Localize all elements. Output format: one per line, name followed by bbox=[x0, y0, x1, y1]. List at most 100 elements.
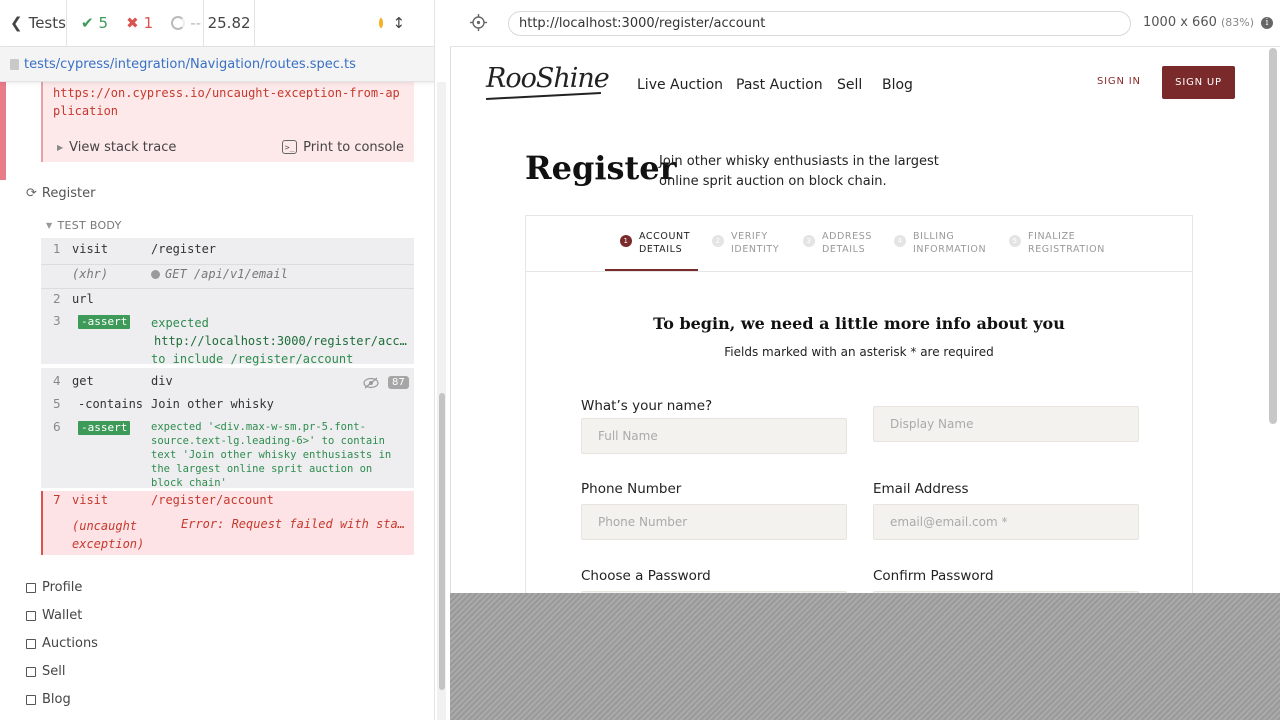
command-name: visit bbox=[72, 242, 109, 256]
reporter-header: ❮ Tests ✔ 5 ✖ 1 -- 25.82 ↕ bbox=[0, 0, 434, 47]
info-icon[interactable]: i bbox=[1261, 17, 1273, 29]
pending-count: -- bbox=[190, 14, 202, 32]
nav-blog[interactable]: Blog bbox=[882, 77, 913, 93]
step-verify-identity[interactable]: 2 VERIFY IDENTITY bbox=[712, 230, 779, 256]
command-row[interactable]: 5 -contains Join other whisky bbox=[41, 397, 414, 417]
reporter-controls: ↕ bbox=[255, 0, 434, 46]
test-item-label: Profile bbox=[42, 580, 83, 595]
site-logo[interactable]: RooShine bbox=[486, 63, 610, 94]
reporter-scrollbar-thumb[interactable] bbox=[439, 393, 445, 690]
test-title-row[interactable]: ⟳ Register bbox=[26, 186, 95, 201]
step-account-details[interactable]: 1 ACCOUNT DETAILS bbox=[620, 230, 690, 256]
refresh-icon: ⟳ bbox=[26, 186, 37, 201]
test-item-wallet[interactable]: Wallet bbox=[26, 608, 82, 623]
print-to-console-button[interactable]: >_ Print to console bbox=[282, 140, 404, 155]
step-label: BILLING INFORMATION bbox=[913, 230, 986, 256]
passed-count: 5 bbox=[98, 14, 109, 32]
phone-input[interactable]: Phone Number bbox=[581, 504, 847, 540]
step-label: FINALIZE REGISTRATION bbox=[1028, 230, 1105, 256]
failed-stat[interactable]: ✖ 1 bbox=[126, 14, 153, 32]
active-step-indicator bbox=[605, 269, 698, 271]
step-label-line1: ACCOUNT bbox=[639, 231, 691, 242]
app-under-test-frame: RooShine Live Auction Past Auction Sell … bbox=[450, 47, 1280, 593]
command-row[interactable]: (uncaught exception) Error: Request fail… bbox=[41, 517, 414, 553]
test-item-blog[interactable]: Blog bbox=[26, 692, 71, 707]
error-actions: ▶ View stack trace >_ Print to console bbox=[43, 132, 414, 162]
command-row[interactable]: 7 visit /register/account bbox=[41, 493, 414, 513]
step-label-line1: FINALIZE bbox=[1028, 231, 1076, 242]
viewport-scale: (83%) bbox=[1221, 16, 1255, 29]
sign-in-link[interactable]: SIGN IN bbox=[1097, 76, 1141, 87]
checkbox-icon bbox=[26, 694, 36, 705]
command-log: https://on.cypress.io/uncaught-exception… bbox=[0, 82, 434, 720]
error-docs-link[interactable]: https://on.cypress.io/uncaught-exception… bbox=[53, 84, 403, 120]
aut-url-bar[interactable]: http://localhost:3000/register/account bbox=[508, 11, 1131, 36]
test-body-header[interactable]: ▼ TEST BODY bbox=[46, 219, 122, 232]
step-label-line1: VERIFY bbox=[731, 231, 768, 242]
full-name-input[interactable]: Full Name bbox=[581, 418, 847, 454]
selector-playground-crosshair-icon[interactable] bbox=[470, 14, 487, 31]
caret-down-icon: ▼ bbox=[46, 221, 53, 230]
terminal-icon: >_ bbox=[282, 140, 298, 154]
sign-up-button[interactable]: SIGN UP bbox=[1162, 66, 1235, 99]
auto-scroll-toggle-icon[interactable]: ↕ bbox=[393, 14, 406, 32]
command-number: 7 bbox=[53, 493, 61, 507]
step-number: 1 bbox=[620, 235, 632, 247]
command-number: 5 bbox=[53, 397, 61, 411]
auto-scroll-indicator-icon[interactable] bbox=[379, 18, 383, 28]
command-row[interactable]: 1 visit /register bbox=[41, 242, 414, 262]
step-finalize-registration[interactable]: 5 FINALIZE REGISTRATION bbox=[1009, 230, 1105, 256]
command-message: Error: Request failed with sta… bbox=[181, 517, 405, 531]
error-stripe bbox=[0, 82, 6, 180]
step-number: 5 bbox=[1009, 235, 1021, 247]
command-group: 1 visit /register (xhr) GET /api/v1/emai… bbox=[41, 238, 414, 366]
test-item-auctions[interactable]: Auctions bbox=[26, 636, 98, 651]
chevron-left-icon: ❮ bbox=[10, 14, 23, 32]
assert-badge: -assert bbox=[78, 314, 131, 329]
assert-value: http://localhost:3000/register/acc… bbox=[154, 334, 407, 348]
aut-scrollbar-thumb[interactable] bbox=[1269, 48, 1277, 424]
assert-label: -assert bbox=[78, 421, 131, 435]
assert-expected: expected bbox=[151, 316, 209, 330]
test-item-profile[interactable]: Profile bbox=[26, 580, 82, 595]
name-label: What’s your name? bbox=[581, 398, 713, 414]
pending-stat[interactable]: -- bbox=[171, 14, 201, 32]
error-panel: https://on.cypress.io/uncaught-exception… bbox=[41, 82, 414, 162]
step-label: ACCOUNT DETAILS bbox=[639, 230, 690, 256]
passed-stat[interactable]: ✔ 5 bbox=[81, 14, 108, 32]
command-row[interactable]: (xhr) GET /api/v1/email bbox=[41, 267, 414, 287]
step-label-line2: DETAILS bbox=[639, 244, 683, 255]
print-to-console-label: Print to console bbox=[303, 139, 404, 155]
view-stack-trace-toggle[interactable]: ▶ View stack trace bbox=[57, 140, 176, 155]
nav-past-auction[interactable]: Past Auction bbox=[736, 77, 823, 93]
step-billing-information[interactable]: 4 BILLING INFORMATION bbox=[894, 230, 986, 256]
tests-button[interactable]: ❮ Tests bbox=[0, 0, 67, 46]
step-address-details[interactable]: 3 ADDRESS DETAILS bbox=[803, 230, 872, 256]
nav-sell[interactable]: Sell bbox=[837, 77, 862, 93]
duration: 25.82 bbox=[204, 0, 255, 46]
step-label-line2: INFORMATION bbox=[913, 244, 987, 255]
nav-live-auction[interactable]: Live Auction bbox=[637, 77, 723, 93]
spec-path-link[interactable]: tests/cypress/integration/Navigation/rou… bbox=[24, 57, 356, 72]
command-row[interactable]: 6 -assert expected '<div.max-w-sm.pr-5.f… bbox=[41, 420, 414, 489]
caret-right-icon: ▶ bbox=[57, 142, 64, 152]
eye-slash-icon bbox=[363, 377, 379, 389]
command-name: -contains bbox=[78, 397, 144, 411]
xhr-status-icon bbox=[151, 270, 160, 279]
command-row[interactable]: 2 url bbox=[41, 292, 414, 312]
viewport-size: 1000 x 660 bbox=[1143, 15, 1217, 30]
step-number: 4 bbox=[894, 235, 906, 247]
confirm-password-label: Confirm Password bbox=[873, 568, 994, 584]
command-group: 4 get div 87 5 -contains Join other whis… bbox=[41, 368, 414, 489]
test-item-sell[interactable]: Sell bbox=[26, 664, 65, 679]
command-message: /register bbox=[151, 242, 217, 256]
failed-command[interactable]: 7 visit /register/account (uncaught exce… bbox=[41, 491, 414, 555]
test-item-label: Sell bbox=[42, 664, 66, 679]
command-number: 4 bbox=[53, 374, 61, 388]
command-row[interactable]: 4 get div 87 bbox=[41, 374, 414, 394]
command-row[interactable]: 3 -assert expected http://localhost:3000… bbox=[41, 314, 414, 366]
display-name-input[interactable]: Display Name bbox=[873, 406, 1139, 442]
checkbox-icon bbox=[26, 666, 36, 677]
email-input[interactable]: email@email.com * bbox=[873, 504, 1139, 540]
registration-steps: 1 ACCOUNT DETAILS 2 VERIFY IDENTITY 3 ADDR… bbox=[526, 216, 1192, 272]
